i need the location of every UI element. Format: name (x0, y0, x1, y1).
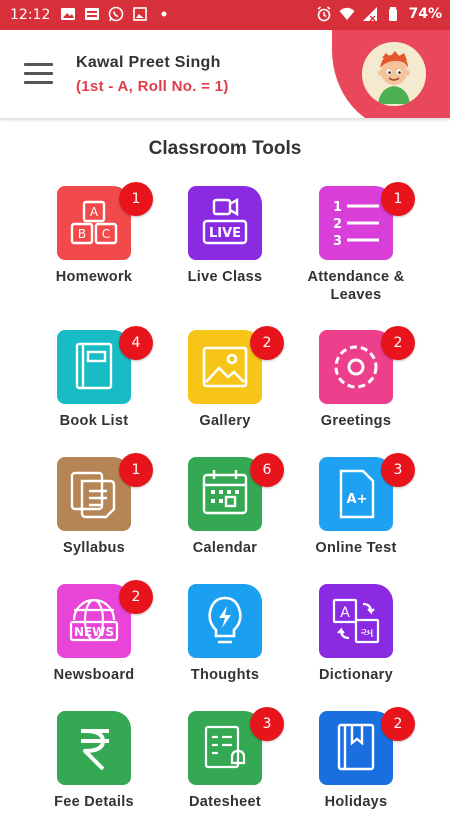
image-icon (61, 8, 75, 20)
tool-label: Gallery (199, 413, 251, 429)
badge-homework: 1 (119, 182, 153, 216)
badge-attendance: 1 (381, 182, 415, 216)
tool-fee-details[interactable]: Fee Details (34, 711, 154, 839)
svg-text:C: C (102, 227, 110, 241)
tool-thoughts[interactable]: Thoughts (165, 584, 285, 712)
translate-icon: Aઅ (319, 584, 393, 658)
tool-homework[interactable]: AB C 1 Homework (34, 182, 154, 314)
tool-book-list[interactable]: 4 Book List (34, 326, 154, 458)
tool-live-class[interactable]: LIVE Live Class (165, 186, 285, 314)
tool-dictionary[interactable]: Aઅ Dictionary (296, 584, 416, 712)
wifi-icon (339, 7, 355, 20)
svg-text:LIVE: LIVE (209, 226, 241, 241)
tool-datesheet[interactable]: 3 Datesheet (165, 707, 285, 839)
svg-text:B: B (78, 227, 86, 241)
badge-holidays: 2 (381, 707, 415, 741)
tool-label: Greetings (320, 413, 392, 429)
status-bar: 12:12 74% (0, 0, 450, 30)
badge-greetings: 2 (381, 326, 415, 360)
badge-datesheet: 3 (250, 707, 284, 741)
alarm-icon (318, 6, 331, 22)
section-title: Classroom Tools (148, 138, 302, 159)
badge-gallery: 2 (250, 326, 284, 360)
badge-book-list: 4 (119, 326, 153, 360)
gallery-icon (133, 7, 147, 21)
svg-text:અ: અ (360, 626, 374, 641)
svg-text:A: A (90, 205, 99, 219)
notification-icons (60, 6, 172, 22)
tool-newsboard[interactable]: NEWS 2 Newsboard (34, 580, 154, 712)
boy-avatar-icon (362, 42, 426, 106)
app-header: Kawal Preet Singh (1st - A, Roll No. = 1… (0, 30, 450, 118)
signal-icon (363, 7, 378, 22)
badge-online-test: 3 (381, 453, 415, 487)
battery-icon (389, 7, 398, 21)
tool-label: Dictionary (319, 667, 393, 683)
tool-online-test[interactable]: A+ 3 Online Test (296, 453, 416, 585)
tool-label: Book List (59, 413, 129, 429)
tool-greetings[interactable]: 2 Greetings (296, 326, 416, 458)
tool-calendar[interactable]: 6 Calendar (165, 453, 285, 585)
badge-calendar: 6 (250, 453, 284, 487)
badge-newsboard: 2 (119, 580, 153, 614)
status-time: 12:12 (10, 7, 51, 23)
tool-label: Thoughts (190, 667, 260, 683)
avatar[interactable] (362, 42, 426, 106)
tool-holidays[interactable]: 2 Holidays (296, 707, 416, 839)
battery-percent: 74% (408, 6, 442, 22)
tool-syllabus[interactable]: 1 Syllabus (34, 453, 154, 585)
whatsapp-icon (108, 6, 124, 22)
tool-label: Attendance & Leaves (307, 269, 405, 303)
bulb-icon (188, 584, 262, 658)
news-icon (85, 8, 99, 20)
tool-label: Calendar (192, 540, 258, 556)
tool-label: Holidays (324, 794, 388, 810)
menu-icon[interactable] (24, 63, 53, 85)
tool-gallery[interactable]: 2 Gallery (165, 326, 285, 458)
svg-text:A: A (340, 605, 350, 621)
badge-syllabus: 1 (119, 453, 153, 487)
student-class-roll: (1st - A, Roll No. = 1) (76, 78, 229, 95)
tool-label: Datesheet (188, 794, 261, 810)
svg-text:3: 3 (333, 234, 342, 249)
system-icons: 74% (316, 6, 442, 22)
student-name: Kawal Preet Singh (76, 54, 221, 71)
svg-text:NEWS: NEWS (74, 625, 114, 639)
tool-label: Online Test (315, 540, 397, 556)
tool-label: Syllabus (62, 540, 126, 556)
tool-label: Fee Details (54, 794, 134, 810)
tool-attendance-leaves[interactable]: 1 2 3 1 Attendance & Leaves (296, 182, 416, 314)
dot-icon (161, 11, 167, 17)
svg-text:1: 1 (333, 200, 342, 215)
live-camera-icon: LIVE (188, 186, 262, 260)
tool-label: Live Class (187, 269, 263, 285)
tool-label: Newsboard (53, 667, 135, 683)
svg-text:A+: A+ (347, 492, 368, 507)
rupee-icon (57, 711, 131, 785)
tool-label: Homework (55, 269, 133, 285)
svg-text:2: 2 (333, 217, 342, 232)
